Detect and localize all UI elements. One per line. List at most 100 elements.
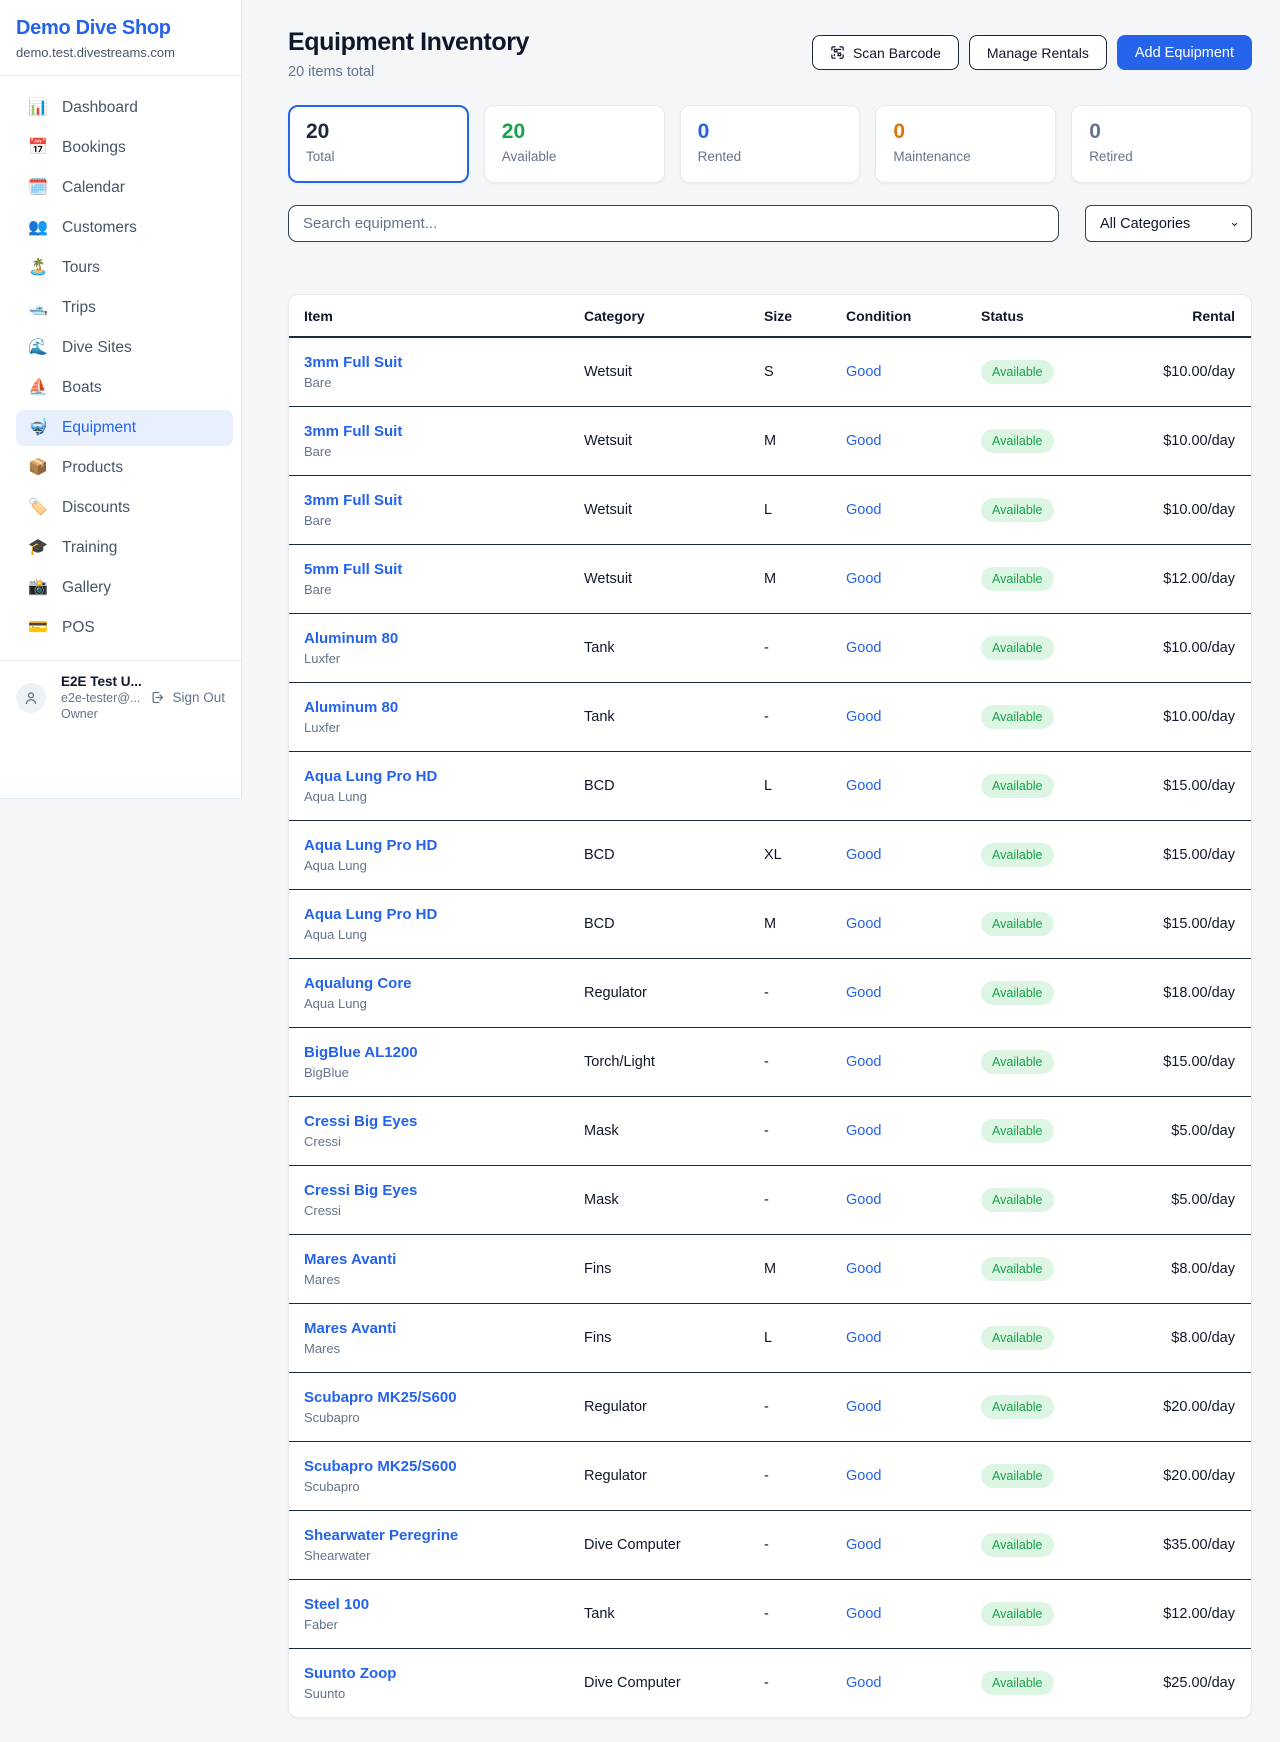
item-name-link[interactable]: 3mm Full Suit bbox=[304, 354, 584, 371]
item-name-link[interactable]: Scubapro MK25/S600 bbox=[304, 1389, 584, 1406]
rental-price: $5.00/day bbox=[1171, 1192, 1235, 1208]
page-title: Equipment Inventory bbox=[288, 28, 529, 57]
stat-card-maintenance[interactable]: 0 Maintenance bbox=[875, 105, 1056, 183]
scan-barcode-button[interactable]: Scan Barcode bbox=[812, 35, 959, 70]
stat-card-retired[interactable]: 0 Retired bbox=[1071, 105, 1252, 183]
add-equipment-button[interactable]: Add Equipment bbox=[1117, 35, 1252, 70]
table-row: Aqua Lung Pro HD Aqua Lung BCD XL Good A… bbox=[289, 820, 1251, 889]
item-brand: Mares bbox=[304, 1272, 584, 1287]
package-icon: 📦 bbox=[28, 460, 48, 476]
item-name-link[interactable]: Aluminum 80 bbox=[304, 699, 584, 716]
item-name-link[interactable]: Scubapro MK25/S600 bbox=[304, 1458, 584, 1475]
category-select[interactable]: All Categories ⌄ bbox=[1085, 205, 1252, 242]
sidebar-item-equipment[interactable]: 🤿 Equipment bbox=[16, 410, 233, 446]
condition-link[interactable]: Good bbox=[846, 364, 881, 380]
manage-rentals-button[interactable]: Manage Rentals bbox=[969, 35, 1107, 70]
item-name-link[interactable]: Aqua Lung Pro HD bbox=[304, 906, 584, 923]
sidebar-item-discounts[interactable]: 🏷️ Discounts bbox=[16, 490, 233, 526]
stat-card-total[interactable]: 20 Total bbox=[288, 105, 469, 183]
calendar-date-icon: 📅 bbox=[28, 140, 48, 156]
condition-link[interactable]: Good bbox=[846, 433, 881, 449]
rental-price: $35.00/day bbox=[1163, 1537, 1235, 1553]
rental-price: $20.00/day bbox=[1163, 1399, 1235, 1415]
column-header-category: Category bbox=[584, 295, 764, 337]
graduation-cap-icon: 🎓 bbox=[28, 540, 48, 556]
island-icon: 🏝️ bbox=[28, 260, 48, 276]
item-category: Torch/Light bbox=[584, 1054, 655, 1070]
condition-link[interactable]: Good bbox=[846, 1261, 881, 1277]
sidebar-item-boats[interactable]: ⛵ Boats bbox=[16, 370, 233, 406]
sidebar-item-products[interactable]: 📦 Products bbox=[16, 450, 233, 486]
stat-value: 0 bbox=[1089, 119, 1234, 144]
item-name-link[interactable]: Aqua Lung Pro HD bbox=[304, 768, 584, 785]
item-name-link[interactable]: Aqua Lung Pro HD bbox=[304, 837, 584, 854]
sidebar-item-pos[interactable]: 💳 POS bbox=[16, 610, 233, 646]
condition-link[interactable]: Good bbox=[846, 502, 881, 518]
condition-link[interactable]: Good bbox=[846, 709, 881, 725]
item-name-link[interactable]: 3mm Full Suit bbox=[304, 492, 584, 509]
item-name-link[interactable]: Cressi Big Eyes bbox=[304, 1113, 584, 1130]
rental-price: $15.00/day bbox=[1163, 1054, 1235, 1070]
condition-link[interactable]: Good bbox=[846, 640, 881, 656]
condition-link[interactable]: Good bbox=[846, 847, 881, 863]
condition-link[interactable]: Good bbox=[846, 916, 881, 932]
item-name-link[interactable]: 3mm Full Suit bbox=[304, 423, 584, 440]
item-name-link[interactable]: 5mm Full Suit bbox=[304, 561, 584, 578]
sidebar-item-label: Boats bbox=[62, 379, 102, 397]
stat-label: Available bbox=[502, 149, 647, 164]
condition-link[interactable]: Good bbox=[846, 1054, 881, 1070]
item-name-link[interactable]: Aluminum 80 bbox=[304, 630, 584, 647]
stat-card-rented[interactable]: 0 Rented bbox=[680, 105, 861, 183]
item-name-link[interactable]: Steel 100 bbox=[304, 1596, 584, 1613]
sidebar-item-training[interactable]: 🎓 Training bbox=[16, 530, 233, 566]
item-size: - bbox=[764, 1054, 769, 1070]
table-row: Mares Avanti Mares Fins L Good Available… bbox=[289, 1303, 1251, 1372]
rental-price: $20.00/day bbox=[1163, 1468, 1235, 1484]
item-name-link[interactable]: Suunto Zoop bbox=[304, 1665, 584, 1682]
item-brand: Bare bbox=[304, 375, 584, 390]
people-icon: 👥 bbox=[28, 220, 48, 236]
sidebar-item-tours[interactable]: 🏝️ Tours bbox=[16, 250, 233, 286]
rental-price: $15.00/day bbox=[1163, 916, 1235, 932]
sidebar-item-gallery[interactable]: 📸 Gallery bbox=[16, 570, 233, 606]
item-name-link[interactable]: Mares Avanti bbox=[304, 1320, 584, 1337]
item-name-link[interactable]: BigBlue AL1200 bbox=[304, 1044, 584, 1061]
sidebar-item-customers[interactable]: 👥 Customers bbox=[16, 210, 233, 246]
condition-link[interactable]: Good bbox=[846, 778, 881, 794]
sign-out-icon bbox=[150, 690, 165, 705]
condition-link[interactable]: Good bbox=[846, 571, 881, 587]
condition-link[interactable]: Good bbox=[846, 1468, 881, 1484]
sidebar-item-calendar[interactable]: 🗓️ Calendar bbox=[16, 170, 233, 206]
sign-out-button[interactable]: Sign Out bbox=[150, 690, 225, 705]
condition-link[interactable]: Good bbox=[846, 1123, 881, 1139]
condition-link[interactable]: Good bbox=[846, 1606, 881, 1622]
stat-card-available[interactable]: 20 Available bbox=[484, 105, 665, 183]
item-category: Fins bbox=[584, 1330, 611, 1346]
condition-link[interactable]: Good bbox=[846, 1399, 881, 1415]
condition-link[interactable]: Good bbox=[846, 1675, 881, 1691]
sidebar-item-dive-sites[interactable]: 🌊 Dive Sites bbox=[16, 330, 233, 366]
item-name-link[interactable]: Mares Avanti bbox=[304, 1251, 584, 1268]
item-size: - bbox=[764, 709, 769, 725]
condition-link[interactable]: Good bbox=[846, 1330, 881, 1346]
item-size: S bbox=[764, 364, 774, 380]
column-header-rental: Rental bbox=[1141, 295, 1251, 337]
brand-name[interactable]: Demo Dive Shop bbox=[16, 17, 225, 40]
condition-link[interactable]: Good bbox=[846, 1192, 881, 1208]
item-size: - bbox=[764, 1123, 769, 1139]
sidebar-item-dashboard[interactable]: 📊 Dashboard bbox=[16, 90, 233, 126]
item-brand: Bare bbox=[304, 582, 584, 597]
search-input[interactable] bbox=[288, 205, 1059, 242]
item-brand: Mares bbox=[304, 1341, 584, 1356]
item-name-link[interactable]: Cressi Big Eyes bbox=[304, 1182, 584, 1199]
sidebar-item-label: Gallery bbox=[62, 579, 111, 597]
condition-link[interactable]: Good bbox=[846, 1537, 881, 1553]
item-name-link[interactable]: Aqualung Core bbox=[304, 975, 584, 992]
sidebar-item-label: Equipment bbox=[62, 419, 136, 437]
sidebar-item-trips[interactable]: 🛥️ Trips bbox=[16, 290, 233, 326]
sidebar-item-bookings[interactable]: 📅 Bookings bbox=[16, 130, 233, 166]
motorboat-icon: 🛥️ bbox=[28, 300, 48, 316]
item-name-link[interactable]: Shearwater Peregrine bbox=[304, 1527, 584, 1544]
condition-link[interactable]: Good bbox=[846, 985, 881, 1001]
stat-label: Maintenance bbox=[893, 149, 1038, 164]
